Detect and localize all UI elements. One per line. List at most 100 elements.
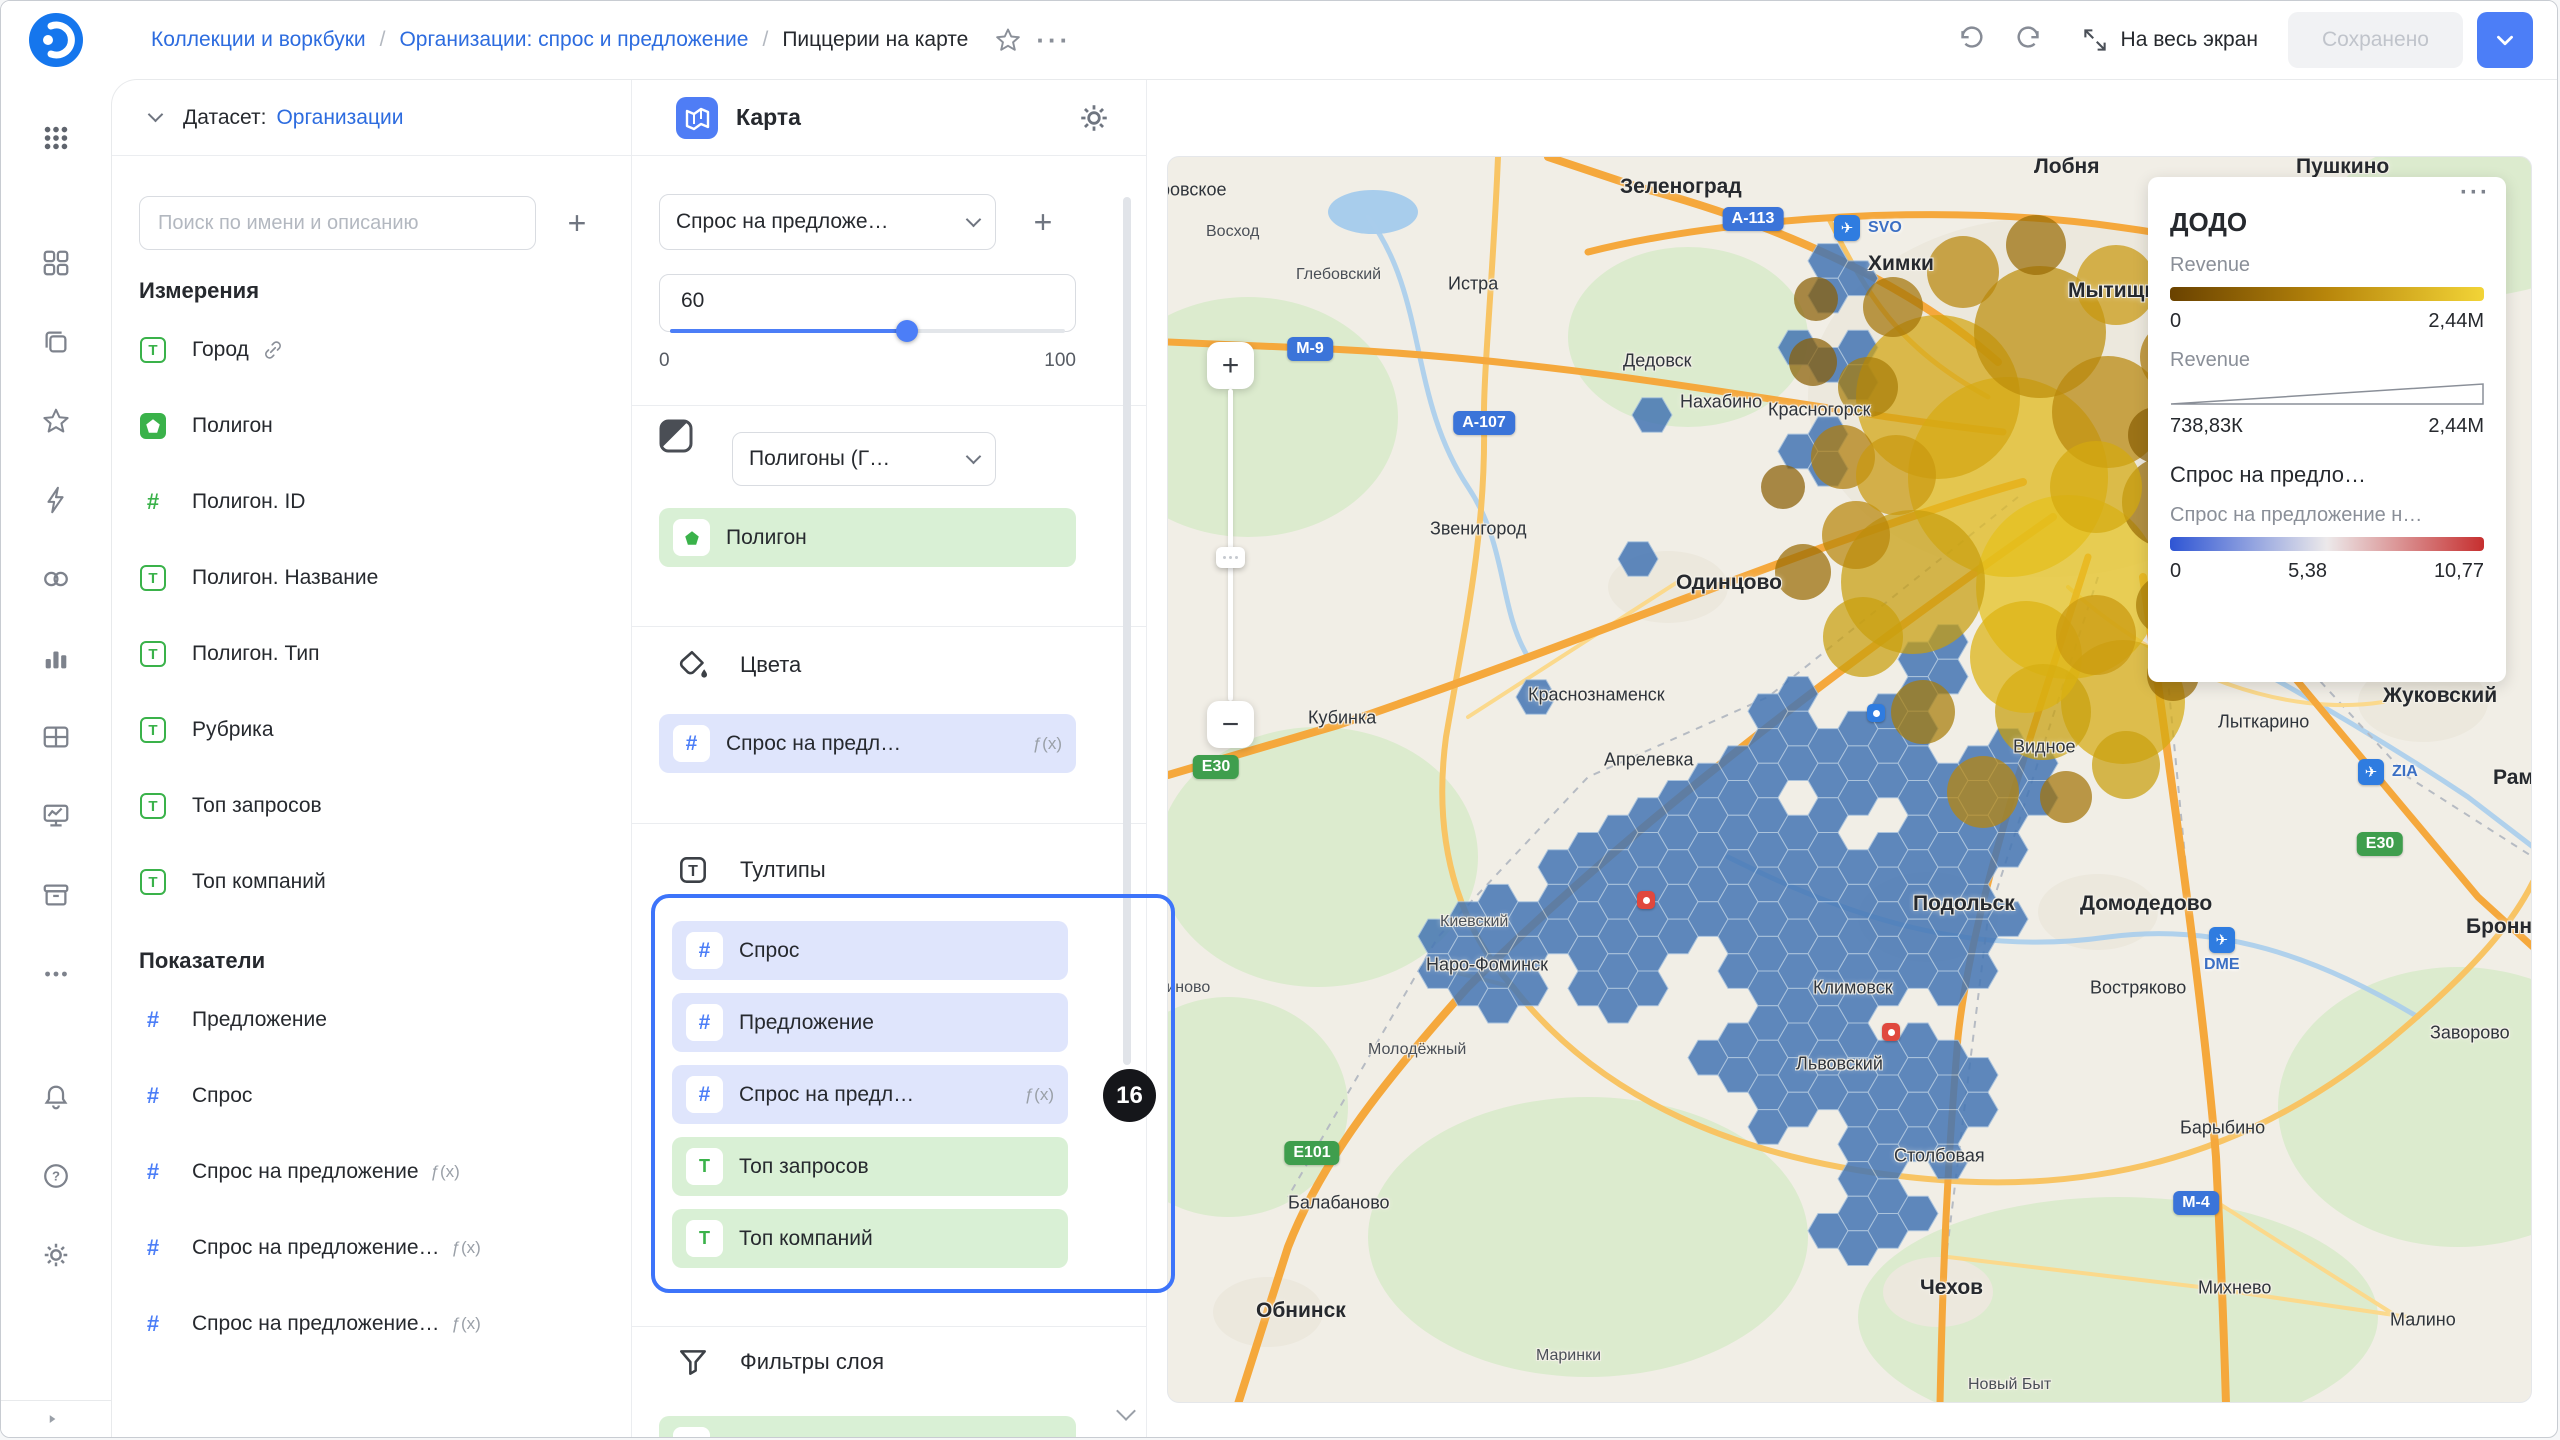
dataset-field[interactable]: TПолигон. Название (112, 540, 631, 616)
charts-icon (41, 643, 71, 673)
dataset-name-link[interactable]: Организации (276, 106, 403, 130)
string-field-icon: T (140, 641, 166, 667)
measure-icon: # (140, 1083, 166, 1109)
field-label: Топ запросов (739, 1155, 869, 1179)
rail-item-collections[interactable] (34, 320, 78, 364)
rail-item-datasets[interactable] (34, 715, 78, 759)
zoom-track[interactable] (1228, 389, 1233, 701)
favorites-icon (41, 406, 71, 436)
string-field-icon: T (140, 337, 166, 363)
connections-icon (41, 564, 71, 594)
search-input[interactable] (139, 196, 536, 250)
datalens-logo[interactable] (29, 13, 83, 72)
gear-icon[interactable] (1077, 101, 1111, 135)
opacity-slider[interactable] (670, 329, 1065, 333)
rail-item-services[interactable] (34, 873, 78, 917)
field-label: Спрос на предложение (192, 1160, 419, 1184)
breadcrumb-item[interactable]: Организации: спрос и предложение (399, 28, 748, 52)
tooltip-field-pill[interactable]: #Спрос (672, 921, 1068, 980)
map[interactable]: ровскоеВосходГлебовскийЗеленоградЛобняПу… (1167, 156, 2532, 1403)
field-label: Полигон (192, 414, 273, 438)
dataset-field[interactable]: # Спрос на предложение ƒ(x) (112, 1134, 631, 1210)
collapse-icon[interactable] (43, 1410, 61, 1428)
rail-item-help[interactable] (34, 1154, 78, 1198)
zoom-slider-handle[interactable] (1216, 547, 1245, 568)
formula-badge: ƒ(x) (1033, 734, 1062, 754)
chevron-down-icon[interactable] (148, 107, 164, 123)
field-label: Спрос на предл… (726, 732, 901, 756)
save-dropdown-button[interactable] (2477, 12, 2533, 68)
paint-bucket-icon (676, 648, 710, 682)
geotype-select[interactable]: Полигоны (Г… (732, 432, 996, 486)
field-label: Полигон. Тип (192, 642, 319, 666)
settings-icon (41, 1240, 71, 1270)
measure-icon: # (140, 1159, 166, 1185)
fullscreen-button[interactable]: На весь экран (2081, 26, 2258, 54)
dataset-field[interactable]: T Город (112, 312, 631, 388)
field-label: Спрос (739, 939, 799, 963)
dataset-field[interactable]: Полигон (112, 388, 631, 464)
dataset-field[interactable]: #Полигон. ID (112, 464, 631, 540)
dataset-field[interactable]: T Полигон. Тип (112, 616, 631, 692)
legend-more-icon[interactable]: ··· (2460, 179, 2490, 207)
zoom-in-button[interactable]: + (1207, 342, 1254, 389)
apps-grid-icon[interactable] (41, 123, 71, 158)
rail-item-more[interactable] (34, 952, 78, 996)
geopolygon-field-pill[interactable]: Полигон (659, 508, 1076, 567)
dataset-field[interactable]: TТоп компаний (112, 844, 631, 920)
favorite-star-icon[interactable] (986, 18, 1030, 62)
scrollbar-thumb[interactable] (1123, 197, 1131, 1065)
more-menu-icon[interactable]: ··· (1036, 25, 1071, 56)
dataset-field[interactable]: TТоп запросов (112, 768, 631, 844)
rail-nav (34, 241, 78, 996)
gradient2-max: 10,77 (2434, 560, 2484, 583)
formula-badge: ƒ(x) (431, 1162, 460, 1182)
opacity-slider-knob[interactable] (896, 320, 918, 342)
layer-filter-field-pill[interactable]: T (659, 1416, 1076, 1437)
datasets-icon (41, 722, 71, 752)
rail-item-editor[interactable] (34, 478, 78, 522)
measure-icon: # (686, 1076, 723, 1113)
tooltip-field-pill[interactable]: TТоп компаний (672, 1209, 1068, 1268)
layer-select[interactable]: Спрос на предложе… (659, 194, 996, 250)
undo-icon[interactable] (1949, 18, 1993, 62)
size-min: 738,83К (2170, 415, 2243, 438)
onboarding-step-badge: 16 (1103, 1069, 1156, 1122)
tooltip-field-pill[interactable]: #Спрос на предл…ƒ(x) (672, 1065, 1068, 1124)
chart-type-title: Карта (736, 104, 801, 131)
rail-item-charts[interactable] (34, 636, 78, 680)
more-icon (41, 959, 71, 989)
colors-field-pill[interactable]: #Спрос на предл…ƒ(x) (659, 714, 1076, 773)
add-field-button[interactable]: + (550, 196, 604, 250)
diverging-gradient-bar (2170, 537, 2484, 551)
scroll-more-chevron-icon[interactable] (1116, 1401, 1136, 1421)
field-label: Спрос на предложение… (192, 1236, 440, 1260)
topbar: Коллекции и воркбуки /Организации: спрос … (1, 1, 2557, 79)
dataset-field[interactable]: TРубрика (112, 692, 631, 768)
dataset-field[interactable]: #Спрос (112, 1058, 631, 1134)
rail-item-connections[interactable] (34, 557, 78, 601)
rail-item-notifications[interactable] (34, 1075, 78, 1119)
saved-button[interactable]: Сохранено (2288, 12, 2463, 68)
tooltip-field-pill[interactable]: #Предложение (672, 993, 1068, 1052)
redo-icon[interactable] (2007, 18, 2051, 62)
tooltip-field-pill[interactable]: TТоп запросов (672, 1137, 1068, 1196)
rail-item-favorites[interactable] (34, 399, 78, 443)
rail-item-settings[interactable] (34, 1233, 78, 1277)
breadcrumb-item[interactable]: Коллекции и воркбуки (151, 28, 366, 52)
chevron-down-icon (966, 211, 982, 227)
chevron-down-icon (966, 448, 982, 464)
string-field-icon: T (673, 1427, 710, 1437)
dataset-field[interactable]: #Спрос на предложение…ƒ(x) (112, 1286, 631, 1362)
rail-item-dashboards[interactable] (34, 241, 78, 285)
breadcrumb-separator: / (748, 28, 782, 52)
zoom-out-button[interactable]: − (1207, 701, 1254, 748)
dataset-field[interactable]: #Спрос на предложение…ƒ(x) (112, 1210, 631, 1286)
rail-item-monitoring[interactable] (34, 794, 78, 838)
dataset-field[interactable]: #Предложение (112, 982, 631, 1058)
opacity-value: 60 (681, 289, 704, 313)
field-label: Спрос на предложение… (192, 1312, 440, 1336)
add-layer-button[interactable]: + (1016, 195, 1070, 249)
field-label: Город (192, 338, 249, 362)
legend-layer-title: ДОДО (2170, 207, 2484, 238)
